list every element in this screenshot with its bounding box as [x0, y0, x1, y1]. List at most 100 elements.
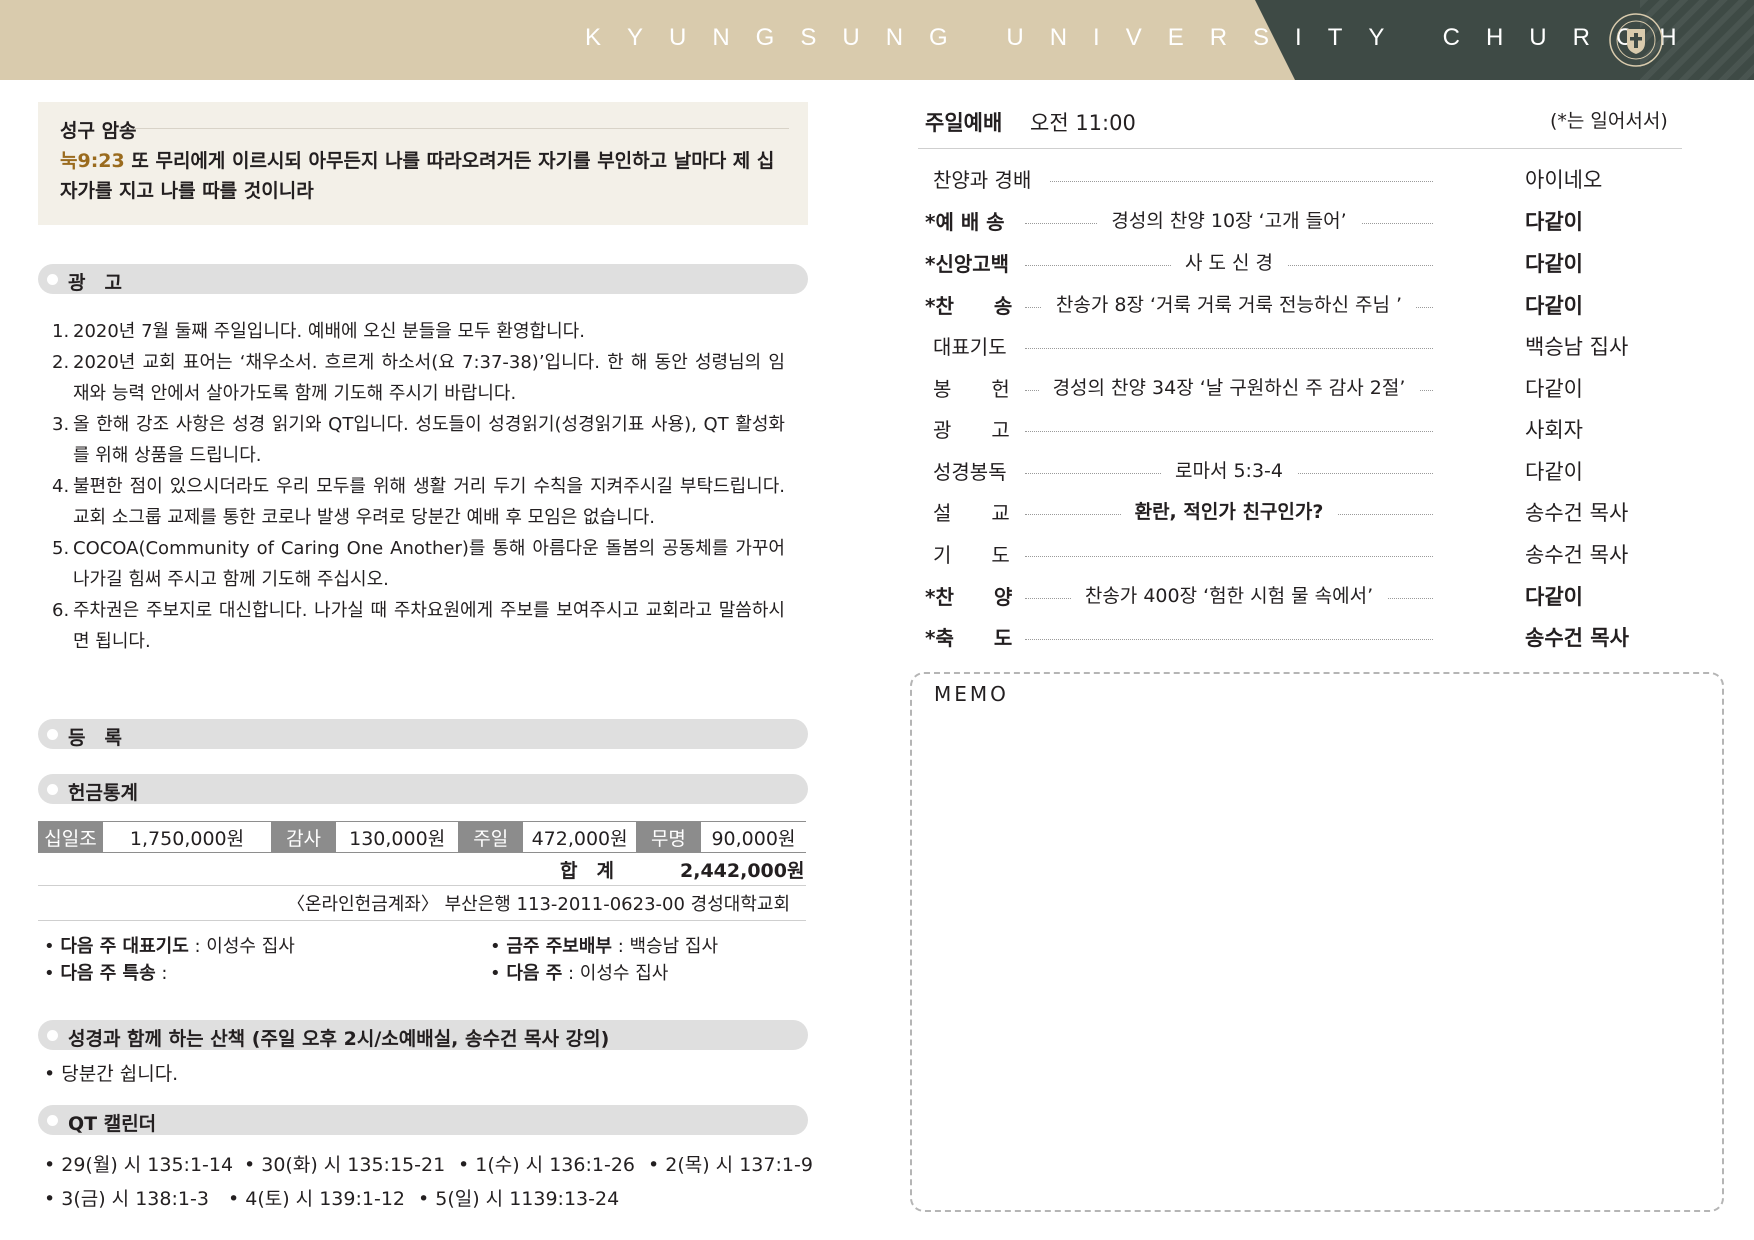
- bulletin-label: 금주 주보배부: [506, 936, 612, 957]
- service-item-name: *찬 송: [925, 294, 1013, 318]
- bullet-dot-icon: [47, 1030, 58, 1041]
- qt-item-text: 1(수) 시 136:1-26: [475, 1154, 635, 1176]
- service-time: 오전 11:00: [1030, 111, 1136, 135]
- divider: [38, 920, 806, 921]
- service-item-leader: 송수건 목사: [1525, 501, 1629, 525]
- service-row: 찬양과 경배 아이네오: [925, 164, 1635, 194]
- registration-title: 등 록: [68, 727, 122, 749]
- notice-number: 4.: [52, 476, 70, 497]
- service-item-content-text: 로마서 5:3-4: [1160, 460, 1297, 482]
- notice-number: 3.: [52, 414, 70, 435]
- service-item-content: 찬송가 400장 ‘험한 시험 물 속에서’: [1025, 581, 1433, 608]
- notice-text: 2020년 7월 둘째 주일입니다. 예배에 오신 분들을 모두 환영합니다.: [73, 321, 585, 342]
- service-item-content-text: 경성의 찬양 10장 ‘고개 들어’: [1097, 210, 1361, 232]
- service-item-leader: 다같이: [1525, 252, 1583, 276]
- notice-text: 주차권은 주보지로 대신합니다. 나가실 때 주차요원에게 주보를 보여주시고 …: [73, 600, 785, 652]
- leader-dots: [1025, 639, 1433, 640]
- qt-item-text: 4(토) 시 139:1-12: [245, 1188, 405, 1210]
- service-item-leader: 다같이: [1525, 294, 1583, 318]
- service-item-name: 찬양과 경배: [933, 168, 1032, 192]
- bible-walk-title: 성경과 함께 하는 산책 (주일 오후 2시/소예배실, 송수건 목사 강의): [68, 1028, 610, 1050]
- next-special-label: 다음 주 특송: [60, 963, 156, 984]
- service-item-content: 경성의 찬양 34장 ‘날 구원하신 주 감사 2절’: [1025, 373, 1433, 400]
- next-week-value: : 이성수 집사: [562, 963, 669, 984]
- service-item-content-text: 경성의 찬양 34장 ‘날 구원하신 주 감사 2절’: [1038, 377, 1420, 399]
- offering-label: 십일조: [38, 822, 103, 852]
- service-row: 대표기도 백승남 집사: [925, 331, 1635, 361]
- offering-total-label: 합 계: [560, 860, 614, 882]
- notices-section-bar: 광 고: [38, 264, 808, 294]
- bible-walk-note: • 당분간 쉽니다.: [44, 1063, 179, 1085]
- notice-text: COCOA(Community of Caring One Another)를 …: [73, 538, 785, 590]
- qt-title: QT 캘린더: [68, 1113, 157, 1135]
- divider: [38, 885, 806, 886]
- service-item-content: 로마서 5:3-4: [1025, 456, 1433, 483]
- next-prayer-info: • 다음 주 대표기도 : 이성수 집사: [44, 936, 295, 957]
- leader-dots: [1025, 431, 1433, 432]
- qt-item: • 2(목) 시 137:1-9: [648, 1154, 813, 1176]
- offering-label: 무명: [635, 822, 701, 852]
- service-item-content-text: 찬송가 8장 ‘거룩 거룩 거룩 전능하신 주님 ’: [1041, 294, 1417, 316]
- notice-text: 불편한 점이 있으시더라도 우리 모두를 위해 생활 거리 두기 수칙을 지켜주…: [73, 476, 785, 528]
- service-item-content-text: 사 도 신 경: [1170, 252, 1288, 274]
- qt-item-text: 29(월) 시 135:1-14: [61, 1154, 234, 1176]
- bullet-dot-icon: [47, 729, 58, 740]
- offering-total-value: 2,442,000원: [680, 860, 805, 882]
- service-row: 봉 헌 경성의 찬양 34장 ‘날 구원하신 주 감사 2절’ 다같이: [925, 373, 1635, 403]
- offering-value: 130,000원: [349, 827, 446, 850]
- bulletin-value: : 백승남 집사: [611, 936, 719, 957]
- service-item-name: 봉 헌: [933, 377, 1010, 401]
- service-item-leader: 다같이: [1525, 585, 1583, 609]
- offering-value: 472,000원: [531, 827, 628, 850]
- service-item-name: 성경봉독: [933, 460, 1007, 484]
- service-row: 기 도 송수건 목사: [925, 539, 1635, 569]
- notice-number: 5.: [52, 538, 70, 559]
- university-emblem-icon: [1609, 13, 1663, 67]
- next-week-label: 다음 주: [506, 963, 563, 984]
- qt-item: • 1(수) 시 136:1-26: [458, 1154, 635, 1176]
- service-item-leader: 다같이: [1525, 460, 1583, 484]
- memo-title: MEMO: [934, 682, 1009, 706]
- qt-item-text: 5(일) 시 1139:13-24: [435, 1188, 620, 1210]
- offering-value: 1,750,000원: [129, 827, 245, 850]
- qt-item: • 5(일) 시 1139:13-24: [418, 1188, 620, 1210]
- qt-item: • 4(토) 시 139:1-12: [228, 1188, 405, 1210]
- next-prayer-label: 다음 주 대표기도: [60, 936, 189, 957]
- notice-text: 올 한해 강조 사항은 성경 읽기와 QT입니다. 성도들이 성경읽기(성경읽기…: [73, 414, 785, 466]
- service-item-name: 설 교: [933, 501, 1010, 525]
- notice-number: 1.: [52, 321, 70, 342]
- offering-section-bar: 헌금통계: [38, 774, 808, 804]
- service-item-leader: 백승남 집사: [1525, 335, 1629, 359]
- service-item-name: *찬 양: [925, 585, 1013, 609]
- bullet-dot-icon: [47, 274, 58, 285]
- divider: [918, 148, 1682, 149]
- service-item-leader: 다같이: [1525, 210, 1583, 234]
- memo-box: MEMO: [910, 672, 1724, 1212]
- service-row: *축 도 송수건 목사: [925, 622, 1635, 652]
- bullet-dot-icon: [47, 784, 58, 795]
- offering-label: 주일: [458, 822, 524, 852]
- next-special-info: • 다음 주 특송 :: [44, 963, 168, 984]
- service-item-content: 찬송가 8장 ‘거룩 거룩 거룩 전능하신 주님 ’: [1025, 290, 1433, 317]
- service-row: *예 배 송 경성의 찬양 10장 ‘고개 들어’ 다같이: [925, 206, 1635, 236]
- online-account: 〈온라인헌금계좌〉 부산은행 113-2011-0623-00 경성대학교회: [286, 894, 790, 915]
- service-item-name: *축 도: [925, 626, 1013, 650]
- service-row: 성경봉독 로마서 5:3-4 다같이: [925, 456, 1635, 486]
- service-item-leader: 송수건 목사: [1525, 543, 1629, 567]
- service-note: (*는 일어서서): [1550, 110, 1668, 132]
- qt-item-text: 3(금) 시 138:1-3: [61, 1188, 209, 1210]
- verse-reference: 눅9:23: [60, 150, 125, 172]
- verse-body: 또 무리에게 이르시되 아무든지 나를 따라오려거든 자기를 부인하고 날마다 …: [60, 150, 775, 202]
- memory-verse-box: 성구 암송 눅9:23 또 무리에게 이르시되 아무든지 나를 따라오려거든 자…: [38, 102, 808, 225]
- service-item-name: 광 고: [933, 418, 1010, 442]
- service-title: 주일예배: [925, 111, 1003, 135]
- qt-section-bar: QT 캘린더: [38, 1105, 808, 1135]
- church-title: KYUNGSUNG UNIVERSITY CHURCH: [585, 24, 1703, 51]
- next-week-info: • 다음 주 : 이성수 집사: [490, 963, 669, 984]
- leader-dots: [1025, 556, 1433, 557]
- qt-item: • 29(월) 시 135:1-14: [44, 1154, 234, 1176]
- notice-number: 2.: [52, 352, 70, 373]
- service-item-leader: 다같이: [1525, 377, 1583, 401]
- qt-item-text: 2(목) 시 137:1-9: [665, 1154, 813, 1176]
- service-item-name: 기 도: [933, 543, 1010, 567]
